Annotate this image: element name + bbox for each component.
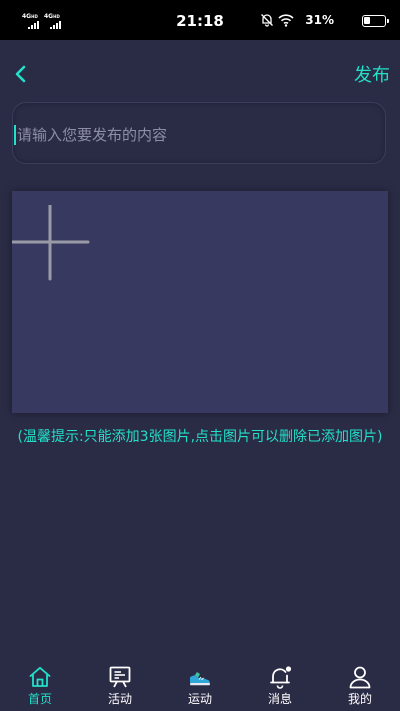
publish-button[interactable]: 发布: [354, 62, 390, 90]
bell-off-icon: [261, 14, 273, 27]
sneaker-icon: [190, 672, 210, 686]
battery-icon: [362, 15, 389, 27]
content-input[interactable]: 请输入您要发布的内容: [12, 102, 386, 164]
tab-label: 消息: [267, 692, 292, 706]
status-right: 31%: [246, 12, 389, 30]
image-upload-area: [10, 191, 388, 413]
back-button[interactable]: [8, 58, 36, 90]
content-placeholder: 请输入您要发布的内容: [17, 126, 168, 144]
plus-icon: [10, 203, 90, 281]
upload-hint: (温馨提示:只能添加3张图片,点击图片可以删除已添加图片): [17, 429, 383, 445]
add-image-button[interactable]: [10, 203, 90, 281]
bottom-tab-bar: 首页 活动 运动 消息 我的: [0, 661, 400, 711]
wifi-icon: [278, 14, 294, 27]
tab-label: 我的: [347, 692, 372, 706]
tab-mine[interactable]: 我的: [320, 661, 400, 711]
tab-sports[interactable]: 运动: [160, 661, 240, 711]
tab-label: 运动: [187, 692, 212, 706]
tab-activity[interactable]: 活动: [80, 661, 160, 711]
home-icon: [29, 666, 51, 687]
user-icon: [349, 666, 371, 689]
battery-percent: 31%: [305, 13, 334, 27]
text-caret: [14, 125, 16, 145]
tab-home[interactable]: 首页: [0, 661, 80, 711]
publish-screen: 4GHD 4GHD 21:18 31% 发布 请输入您要发布的内容 (温馨提示:…: [0, 0, 400, 711]
badge-dot: [285, 666, 292, 672]
battery-level: [364, 17, 370, 24]
chevron-left-icon: [15, 65, 26, 83]
tab-label: 首页: [27, 692, 52, 706]
bell-icon: [270, 666, 292, 689]
tab-label: 活动: [107, 692, 132, 706]
presentation-board-icon: [109, 666, 131, 688]
tab-messages[interactable]: 消息: [240, 661, 320, 711]
status-bar: 4GHD 4GHD 21:18 31%: [0, 0, 400, 40]
